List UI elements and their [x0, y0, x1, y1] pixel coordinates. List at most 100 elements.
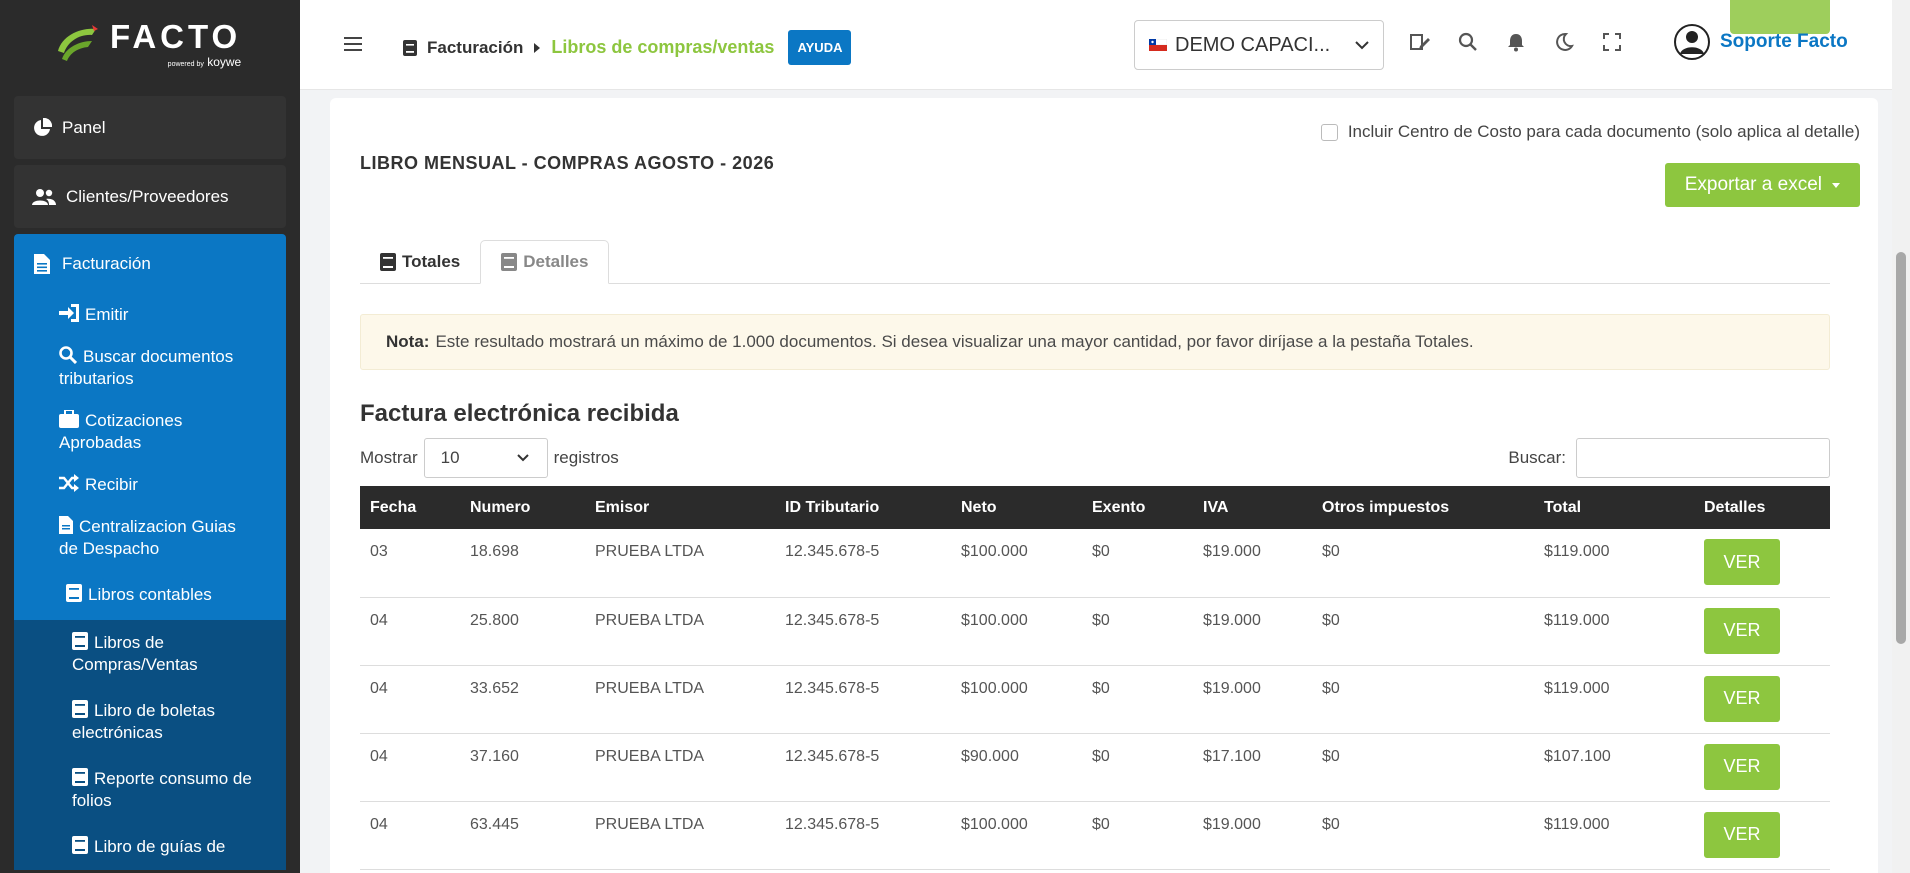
table-search: Buscar: [1508, 438, 1830, 478]
sidebar-item-emitir[interactable]: Emitir [14, 294, 286, 336]
column-header[interactable]: Detalles [1694, 486, 1830, 529]
briefcase-icon [59, 410, 79, 428]
sidebar-item-panel[interactable]: Panel [14, 96, 286, 159]
cell-neto: $100.000 [961, 543, 1028, 560]
cell-emisor: PRUEBA LTDA [595, 679, 705, 697]
cell-exento: $0 [1092, 815, 1110, 833]
cell-exento: $0 [1092, 611, 1110, 629]
column-header[interactable]: Numero [460, 486, 585, 529]
cell-fecha: 04 [370, 747, 388, 765]
page-scrollbar[interactable] [1892, 0, 1910, 873]
sidebar-item-cotizaciones[interactable]: Cotizaciones Aprobadas [14, 400, 286, 464]
cell-emisor: PRUEBA LTDA [595, 611, 705, 629]
book-icon [380, 253, 396, 271]
company-name: DEMO CAPACI... [1175, 33, 1331, 56]
cell-neto: $100.000 [961, 679, 1028, 697]
book-icon [72, 632, 88, 650]
book-icon [501, 253, 518, 271]
cell-numero: 37.160 [470, 747, 519, 765]
user-menu[interactable]: Soporte Facto [1674, 24, 1848, 60]
avatar-icon [1674, 24, 1710, 60]
column-header[interactable]: Fecha [360, 486, 460, 529]
column-header[interactable]: Emisor [585, 486, 775, 529]
sidebar-item-recibir[interactable]: Recibir [14, 464, 286, 506]
cell-id-tributario: 12.345.678-5 [785, 611, 880, 629]
ver-button[interactable]: VER [1704, 607, 1780, 654]
section-title: Factura electrónica recibida [360, 400, 679, 427]
users-icon [32, 188, 56, 205]
sidebar-item-label: Reporte consumo de folios [72, 769, 252, 810]
sidebar-item-clients[interactable]: Clientes/Proveedores [14, 165, 286, 228]
column-header[interactable]: Otros impuestos [1312, 486, 1534, 529]
cell-total: $119.000 [1544, 611, 1610, 629]
column-header[interactable]: Total [1534, 486, 1694, 529]
sidebar-item-label: Panel [62, 117, 106, 137]
export-excel-button[interactable]: Exportar a excel [1664, 163, 1860, 207]
sidebar-item-buscar-documentos[interactable]: Buscar documentos tributarios [14, 336, 286, 400]
column-header[interactable]: IVA [1193, 486, 1312, 529]
cell-id-tributario: 12.345.678-5 [785, 679, 880, 697]
cell-detalles: VER [1694, 733, 1830, 801]
sidebar-item-facturacion[interactable]: Facturación [14, 234, 286, 294]
column-header[interactable]: Exento [1082, 486, 1193, 529]
search-icon [59, 346, 77, 364]
cell-detalles: VER [1694, 597, 1830, 665]
search-input[interactable] [1576, 438, 1830, 478]
cell-otros: $0 [1322, 815, 1340, 833]
sidebar-item-libro-guias[interactable]: Libro de guías de [14, 824, 286, 870]
hamburger-menu-icon[interactable] [344, 36, 362, 52]
bell-icon[interactable] [1506, 32, 1526, 52]
cell-otros: $0 [1322, 679, 1340, 697]
facto-logo[interactable]: FACTO powered by koywe [0, 0, 300, 90]
ver-button[interactable]: VER [1704, 743, 1780, 790]
sidebar-item-reporte-folios[interactable]: Reporte consumo de folios [14, 756, 286, 824]
moon-icon[interactable] [1554, 32, 1574, 52]
note-text: Este resultado mostrará un máximo de 1.0… [435, 332, 1474, 351]
logo-word: FACTO [110, 17, 242, 55]
cost-center-option[interactable]: Incluir Centro de Costo para cada docume… [1320, 122, 1860, 142]
cell-exento: $0 [1092, 747, 1110, 765]
cell-id-tributario: 12.345.678-5 [785, 747, 880, 765]
book-icon [72, 768, 88, 786]
ver-button[interactable]: VER [1704, 539, 1780, 585]
column-header[interactable]: Neto [951, 486, 1082, 529]
table-row: 03 18.698 PRUEBA LTDA 12.345.678-5 $100.… [360, 529, 1830, 597]
column-header[interactable]: ID Tributario [775, 486, 951, 529]
ver-button[interactable]: VER [1704, 811, 1780, 858]
page-size-select[interactable]: 10 [423, 438, 548, 478]
breadcrumb-facturacion[interactable]: Facturación [427, 38, 523, 58]
cell-emisor: PRUEBA LTDA [595, 747, 705, 765]
book-icon [72, 700, 88, 718]
cell-exento: $0 [1092, 679, 1110, 697]
cell-detalles: VER [1694, 529, 1830, 597]
sidebar-item-libros-contables[interactable]: Libros contables [14, 570, 286, 620]
top-bar: Facturación Libros de compras/ventas AYU… [300, 0, 1910, 90]
table-row: 04 25.800 PRUEBA LTDA 12.345.678-5 $100.… [360, 597, 1830, 665]
caret-down-icon [1832, 182, 1840, 188]
sidebar-item-centralizacion[interactable]: Centralizacion Guias de Despacho [14, 506, 286, 570]
chile-flag-icon [1149, 39, 1167, 51]
search-icon[interactable] [1458, 32, 1478, 52]
main-card: Incluir Centro de Costo para cada docume… [330, 98, 1878, 873]
tab-totales[interactable]: Totales [360, 240, 480, 284]
ver-button[interactable]: VER [1704, 675, 1780, 722]
sidebar-item-libro-boletas[interactable]: Libro de boletas electrónicas [14, 688, 286, 756]
tab-detalles[interactable]: Detalles [480, 240, 610, 284]
scrollbar-thumb[interactable] [1896, 252, 1906, 644]
cell-id-tributario: 12.345.678-5 [785, 815, 880, 833]
sidebar-item-label: Recibir [85, 475, 138, 494]
sidebar-item-label: Libros contables [88, 585, 212, 604]
sidebar-item-libros-compras-ventas[interactable]: Libros de Compras/Ventas [14, 620, 286, 688]
cell-detalles: VER [1694, 801, 1830, 869]
cost-center-checkbox[interactable] [1320, 123, 1338, 141]
note-label: Nota: [386, 332, 430, 351]
fullscreen-icon[interactable] [1602, 32, 1622, 52]
cell-total: $119.000 [1544, 815, 1610, 833]
company-selector[interactable]: DEMO CAPACI... [1134, 20, 1384, 70]
help-button[interactable]: AYUDA [788, 30, 852, 65]
cell-total: $119.000 [1544, 679, 1610, 697]
facto-logo-icon [58, 25, 98, 61]
cell-iva: $19.000 [1203, 679, 1261, 697]
edit-document-icon[interactable] [1410, 32, 1430, 52]
sidebar-item-label: Facturación [62, 254, 151, 273]
